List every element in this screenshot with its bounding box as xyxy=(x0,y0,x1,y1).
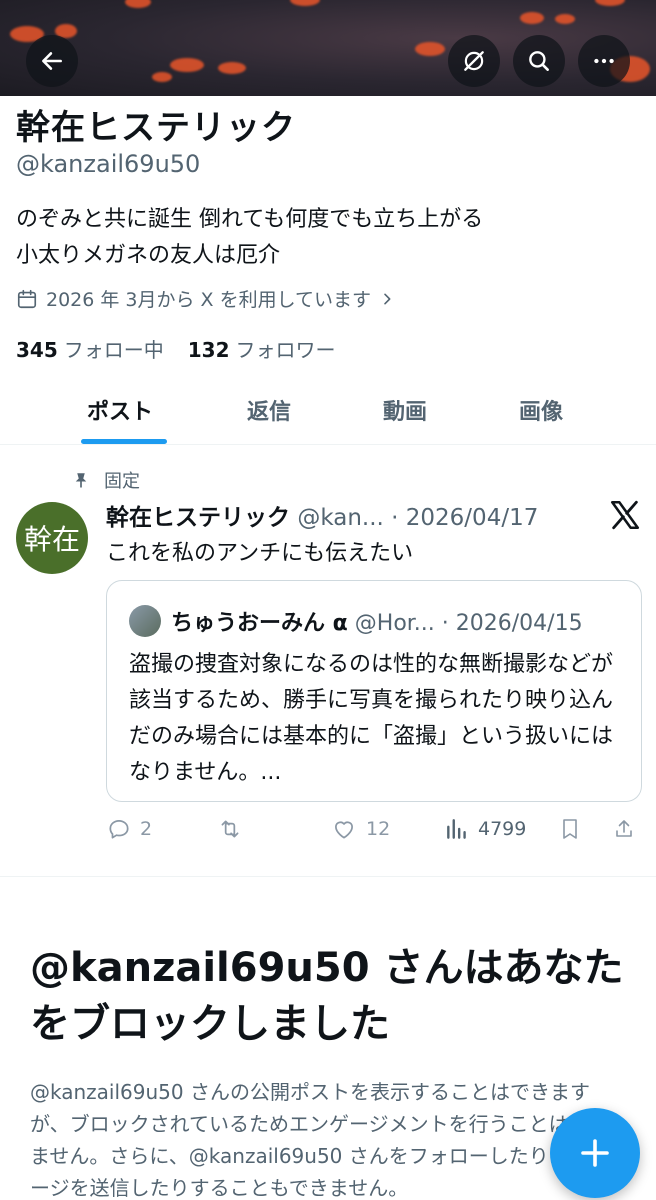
tab-videos[interactable]: 動画 xyxy=(383,394,427,426)
blocked-description: @kanzail69u50 さんの公開ポストを表示することはできますが、ブロック… xyxy=(30,1080,609,1200)
post-handle[interactable]: @kan... xyxy=(297,505,384,531)
blocked-title: @kanzail69u50 さんはあなたをブロックしました xyxy=(30,945,624,1047)
repost-button[interactable] xyxy=(216,816,244,842)
quote-text: 盗撮の捜査対象になるのは性的な無断撮影などが該当するため、勝手に写真を撮られたり… xyxy=(129,652,614,785)
quote-date: · 2026/04/15 xyxy=(441,611,583,636)
pin-icon xyxy=(75,473,87,488)
followers-count: 132 xyxy=(187,338,230,362)
tab-images[interactable]: 画像 xyxy=(519,394,563,426)
search-icon xyxy=(529,51,549,71)
view-count: 4799 xyxy=(478,818,527,840)
profile-name: 幹在ヒステリック xyxy=(16,108,296,148)
followers-label: フォロワー xyxy=(235,338,336,362)
plus-icon xyxy=(581,1139,609,1167)
active-tab-indicator xyxy=(81,439,167,444)
back-button[interactable] xyxy=(26,35,78,87)
tab-replies[interactable]: 返信 xyxy=(247,394,291,426)
chevron-right-icon xyxy=(384,293,391,304)
views-chart-icon xyxy=(447,819,466,839)
follow-stats: 345 フォロー中 132 フォロワー xyxy=(16,334,336,363)
profile-handle: @kanzail69u50 xyxy=(16,150,201,178)
quote-avatar xyxy=(129,605,161,637)
post-text: これを私のアンチにも伝えたい xyxy=(106,541,414,566)
back-arrow-icon xyxy=(42,52,62,70)
quote-header: ちゅうおーみん α @Hor... · 2026/04/15 xyxy=(171,605,583,637)
post-actions: 2 12 4799 xyxy=(106,816,640,846)
compose-button[interactable] xyxy=(550,1108,640,1198)
reply-icon xyxy=(109,820,129,839)
pinned-indicator: 固定 xyxy=(72,467,140,493)
share-button[interactable] xyxy=(612,816,636,842)
calendar-icon xyxy=(17,289,37,308)
post-header: 幹在ヒステリック @kan... · 2026/04/17 xyxy=(106,498,538,532)
quoted-post[interactable]: ちゅうおーみん α @Hor... · 2026/04/15 盗撮の捜査対象にな… xyxy=(106,580,642,802)
profile-tabs: ポスト 返信 動画 画像 xyxy=(0,380,656,445)
post-author[interactable]: 幹在ヒステリック xyxy=(106,505,290,531)
followers-link[interactable]: 132 フォロワー xyxy=(188,334,336,363)
quote-author: ちゅうおーみん α xyxy=(171,611,348,636)
x-logo-icon xyxy=(610,500,640,530)
pinned-label: 固定 xyxy=(104,471,140,492)
more-button[interactable] xyxy=(578,35,630,87)
following-label: フォロー中 xyxy=(63,338,164,362)
repost-icon xyxy=(221,820,239,838)
reply-count: 2 xyxy=(140,818,153,840)
views-button[interactable]: 4799 xyxy=(444,816,526,842)
like-button[interactable]: 12 xyxy=(330,816,390,842)
search-button[interactable] xyxy=(513,35,565,87)
tab-posts[interactable]: ポスト xyxy=(87,394,153,426)
heart-icon xyxy=(335,821,353,839)
following-count: 345 xyxy=(16,338,58,362)
following-link[interactable]: 345 フォロー中 xyxy=(16,334,164,363)
grok-icon xyxy=(464,51,484,71)
profile-bio: のぞみと共に誕生 倒れても何度でも立ち上がる 小太りメガネの友人は厄介 xyxy=(16,202,483,274)
grok-button[interactable] xyxy=(448,35,500,87)
bookmark-icon xyxy=(563,819,577,839)
joined-text: 2026 年 3月から X を利用しています xyxy=(46,289,372,311)
bio-line: のぞみと共に誕生 倒れても何度でも立ち上がる xyxy=(16,207,484,232)
section-divider xyxy=(0,876,656,877)
joined-date[interactable]: 2026 年 3月から X を利用しています xyxy=(16,285,395,312)
more-icon xyxy=(594,58,614,64)
quote-handle: @Hor... xyxy=(354,611,435,636)
post-date[interactable]: · 2026/04/17 xyxy=(391,505,538,531)
bookmark-button[interactable] xyxy=(558,816,582,842)
share-icon xyxy=(616,820,632,837)
reply-button[interactable]: 2 xyxy=(106,816,152,842)
bio-line: 小太りメガネの友人は厄介 xyxy=(16,243,281,268)
avatar[interactable]: 幹在 xyxy=(16,502,88,574)
like-count: 12 xyxy=(366,818,391,840)
